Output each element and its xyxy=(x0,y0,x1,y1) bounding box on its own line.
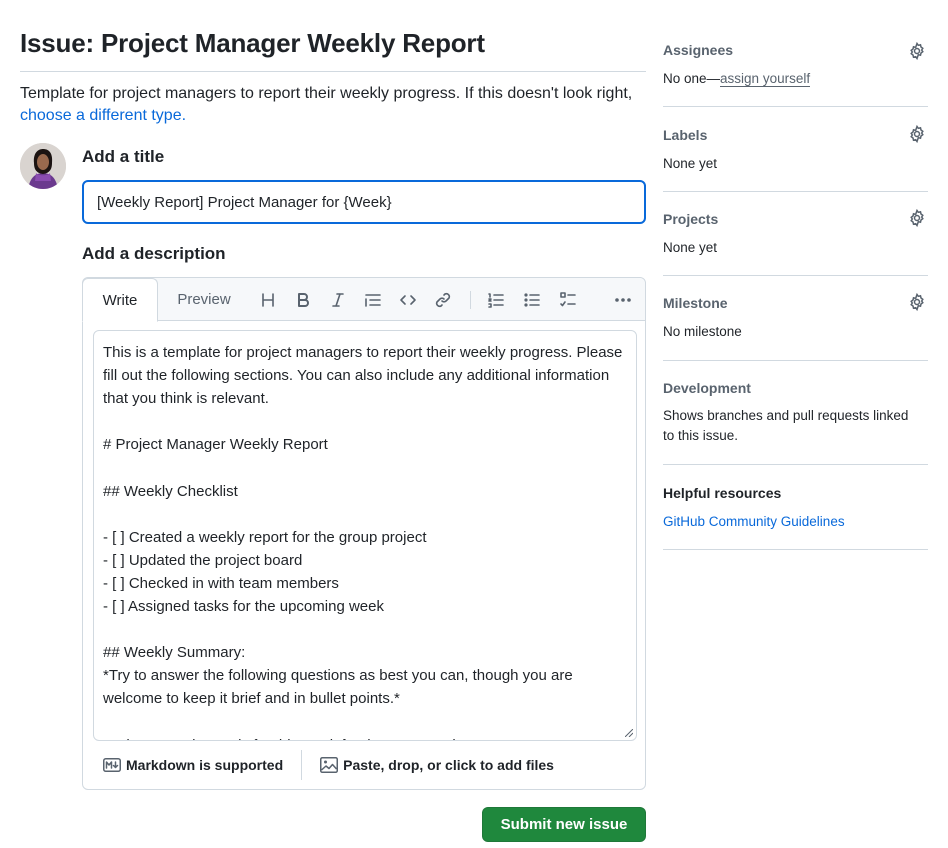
ordered-list-icon xyxy=(488,293,504,308)
assignees-gear-button[interactable] xyxy=(908,41,928,62)
quote-icon xyxy=(365,294,381,307)
assign-yourself-link[interactable]: assign yourself xyxy=(720,71,811,87)
submit-new-issue-button[interactable]: Submit new issue xyxy=(482,807,646,842)
sidebar-helpful-resources: Helpful resources GitHub Community Guide… xyxy=(663,465,928,550)
page-title: Issue: Project Manager Weekly Report xyxy=(20,28,485,58)
sidebar-projects: Projects None yet xyxy=(663,192,928,276)
title-input[interactable] xyxy=(82,180,646,224)
tab-write[interactable]: Write xyxy=(82,278,158,322)
task-list-button[interactable] xyxy=(556,288,580,312)
markdown-supported-link[interactable]: Markdown is supported xyxy=(103,757,283,773)
resize-grip-icon[interactable] xyxy=(625,729,633,737)
code-icon xyxy=(400,295,416,305)
gear-icon xyxy=(910,124,924,144)
bold-button[interactable] xyxy=(291,288,315,312)
community-guidelines-link[interactable]: GitHub Community Guidelines xyxy=(663,514,845,529)
quote-button[interactable] xyxy=(361,288,385,312)
unordered-list-icon xyxy=(524,293,540,307)
italic-icon xyxy=(332,293,344,307)
more-options-button[interactable] xyxy=(611,288,635,312)
ordered-list-button[interactable] xyxy=(484,288,508,312)
heading-icon xyxy=(262,293,274,307)
labels-heading: Labels xyxy=(663,127,708,143)
attach-files-button[interactable]: Paste, drop, or click to add files xyxy=(320,757,554,773)
assignees-heading: Assignees xyxy=(663,42,734,58)
link-button[interactable] xyxy=(431,288,455,312)
development-value: Shows branches and pull requests linked … xyxy=(663,408,909,443)
editor-header: Write Preview xyxy=(82,278,645,322)
sidebar-assignees: Assignees No one—assign yourself xyxy=(663,30,928,107)
code-button[interactable] xyxy=(396,288,420,312)
italic-button[interactable] xyxy=(326,288,350,312)
template-description-text: Template for project managers to report … xyxy=(20,85,633,102)
assignees-value: No one—assign yourself xyxy=(663,69,811,89)
markdown-supported-label: Markdown is supported xyxy=(126,757,284,773)
milestone-value: No milestone xyxy=(663,324,742,339)
gear-icon xyxy=(910,208,924,228)
milestone-gear-button[interactable] xyxy=(908,292,928,313)
footer-divider xyxy=(301,750,303,780)
markdown-editor: Write Preview This is a template for pro… xyxy=(82,277,646,790)
task-list-icon xyxy=(560,292,576,307)
toolbar-divider xyxy=(470,291,471,309)
helpful-resources-heading: Helpful resources xyxy=(663,485,782,501)
labels-gear-button[interactable] xyxy=(908,124,928,145)
more-icon xyxy=(615,298,631,302)
sidebar-milestone: Milestone No milestone xyxy=(663,276,928,361)
projects-gear-button[interactable] xyxy=(908,208,928,229)
sidebar-labels: Labels None yet xyxy=(663,107,928,192)
editor-footer: Markdown is supported Paste, drop, or cl… xyxy=(83,741,645,789)
projects-value: None yet xyxy=(663,240,718,255)
heading-button[interactable] xyxy=(256,288,280,312)
sidebar-development: Development Shows branches and pull requ… xyxy=(663,361,928,465)
tab-preview[interactable]: Preview xyxy=(159,278,249,321)
projects-heading: Projects xyxy=(663,211,719,227)
gear-icon xyxy=(910,41,924,61)
unordered-list-button[interactable] xyxy=(520,288,544,312)
image-icon xyxy=(320,757,339,773)
avatar xyxy=(20,143,66,189)
gear-icon xyxy=(910,292,924,312)
link-icon xyxy=(435,292,451,308)
markdown-icon xyxy=(103,758,121,772)
development-heading: Development xyxy=(663,380,751,396)
description-textarea[interactable]: This is a template for project managers … xyxy=(93,330,637,741)
sidebar: Assignees No one—assign yourself Labels … xyxy=(663,30,928,550)
title-field-label: Add a title xyxy=(82,147,165,166)
bold-icon xyxy=(298,293,309,307)
template-description: Template for project managers to report … xyxy=(20,83,650,127)
description-field-label: Add a description xyxy=(82,244,226,263)
title-divider xyxy=(20,71,646,72)
assignees-none-text: No one— xyxy=(663,71,721,86)
milestone-heading: Milestone xyxy=(663,295,728,311)
attach-files-label: Paste, drop, or click to add files xyxy=(343,757,554,773)
choose-different-type-link[interactable]: choose a different type. xyxy=(20,107,186,124)
labels-value: None yet xyxy=(663,156,718,171)
